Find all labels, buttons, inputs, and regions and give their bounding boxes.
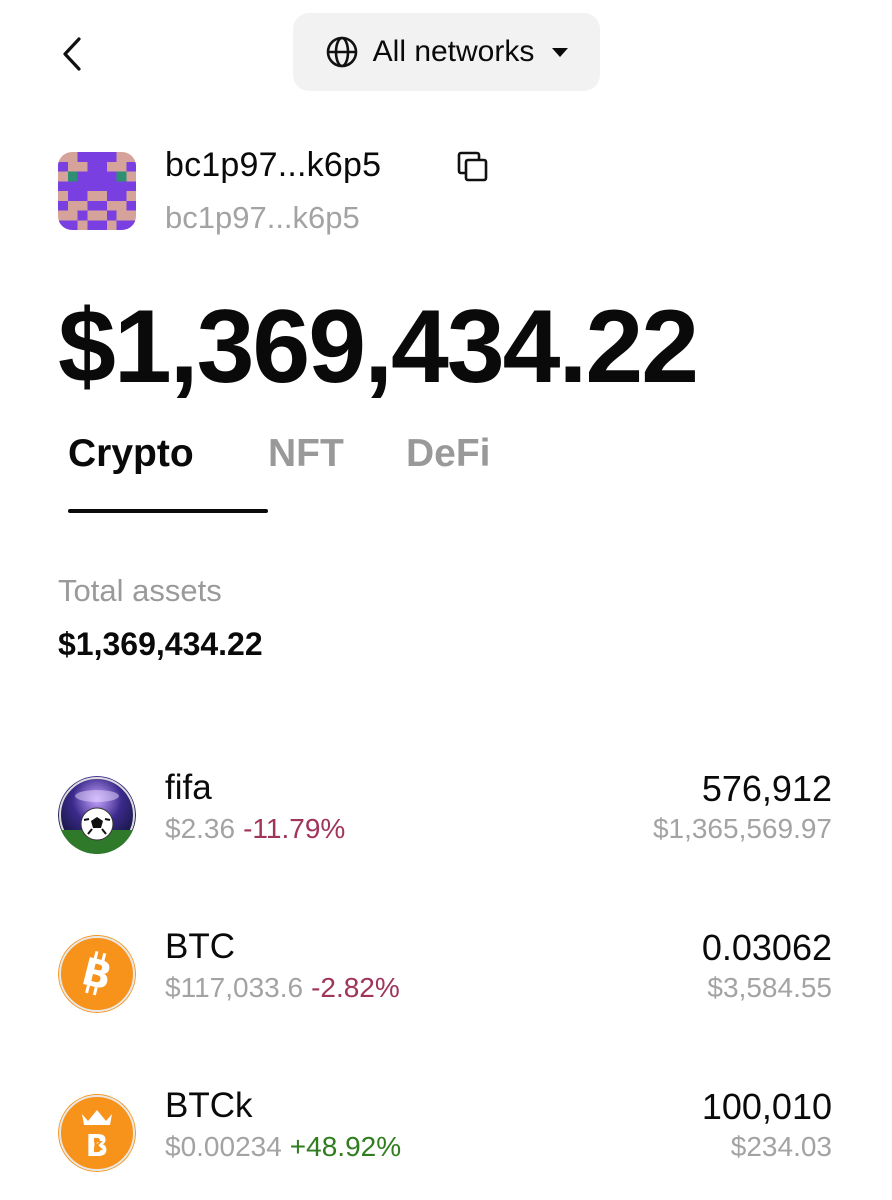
chevron-left-icon (63, 37, 81, 71)
asset-amount: 100,010 (701, 1086, 832, 1127)
tab-crypto[interactable]: Crypto (68, 432, 268, 513)
asset-value: $234.03 (730, 1131, 832, 1162)
total-balance: $1,369,434.22 (58, 289, 699, 405)
wallet-address-subtitle: bc1p97...k6p5 (165, 200, 360, 235)
asset-price: $117,033.6 (165, 972, 304, 1003)
asset-name: BTCk (165, 1086, 253, 1125)
asset-value: $3,584.55 (707, 972, 832, 1003)
total-assets-label: Total assets (58, 573, 222, 608)
asset-row-btck[interactable]: B K BTCk $0.00234 +48.92% 100,010 $234.03 (0, 1086, 892, 1196)
copy-address-button[interactable] (456, 150, 490, 184)
wallet-avatar (58, 152, 136, 230)
asset-price: $0.00234 (165, 1131, 282, 1162)
asset-price-line: $2.36 -11.79% (165, 813, 345, 845)
asset-name: BTC (165, 927, 235, 966)
asset-name: fifa (165, 768, 212, 807)
asset-value: $1,365,569.97 (652, 813, 832, 844)
wallet-address-title: bc1p97...k6p5 (165, 146, 382, 184)
asset-amount: 576,912 (701, 768, 832, 809)
asset-row-btc[interactable]: B BTC $117,033.6 -2.82% 0.03062 $3,584.55 (0, 927, 892, 1037)
total-assets-value: $1,369,434.22 (58, 626, 263, 662)
tab-defi[interactable]: DeFi (406, 432, 526, 512)
asset-price: $2.36 (165, 813, 236, 844)
asset-change: -2.82% (311, 972, 400, 1003)
soccer-ball-icon (58, 776, 136, 854)
copy-icon (457, 151, 488, 182)
globe-icon (326, 36, 357, 68)
network-selector[interactable]: All networks (293, 13, 600, 91)
tab-nft[interactable]: NFT (268, 432, 406, 512)
back-button[interactable] (52, 32, 92, 76)
asset-tabs: Crypto NFT DeFi (68, 432, 526, 513)
caret-down-icon (552, 47, 569, 57)
asset-price-line: $0.00234 +48.92% (165, 1131, 401, 1163)
asset-amount: 0.03062 (701, 927, 832, 968)
network-label: All networks (372, 35, 535, 68)
btck-icon: B K (58, 1094, 136, 1172)
asset-change: -11.79% (243, 813, 346, 844)
asset-price-line: $117,033.6 -2.82% (165, 972, 400, 1004)
bitcoin-icon: B (58, 935, 136, 1013)
svg-text:K: K (93, 1139, 103, 1153)
asset-row-fifa[interactable]: fifa $2.36 -11.79% 576,912 $1,365,569.97 (0, 768, 892, 878)
asset-change: +48.92% (289, 1131, 402, 1162)
